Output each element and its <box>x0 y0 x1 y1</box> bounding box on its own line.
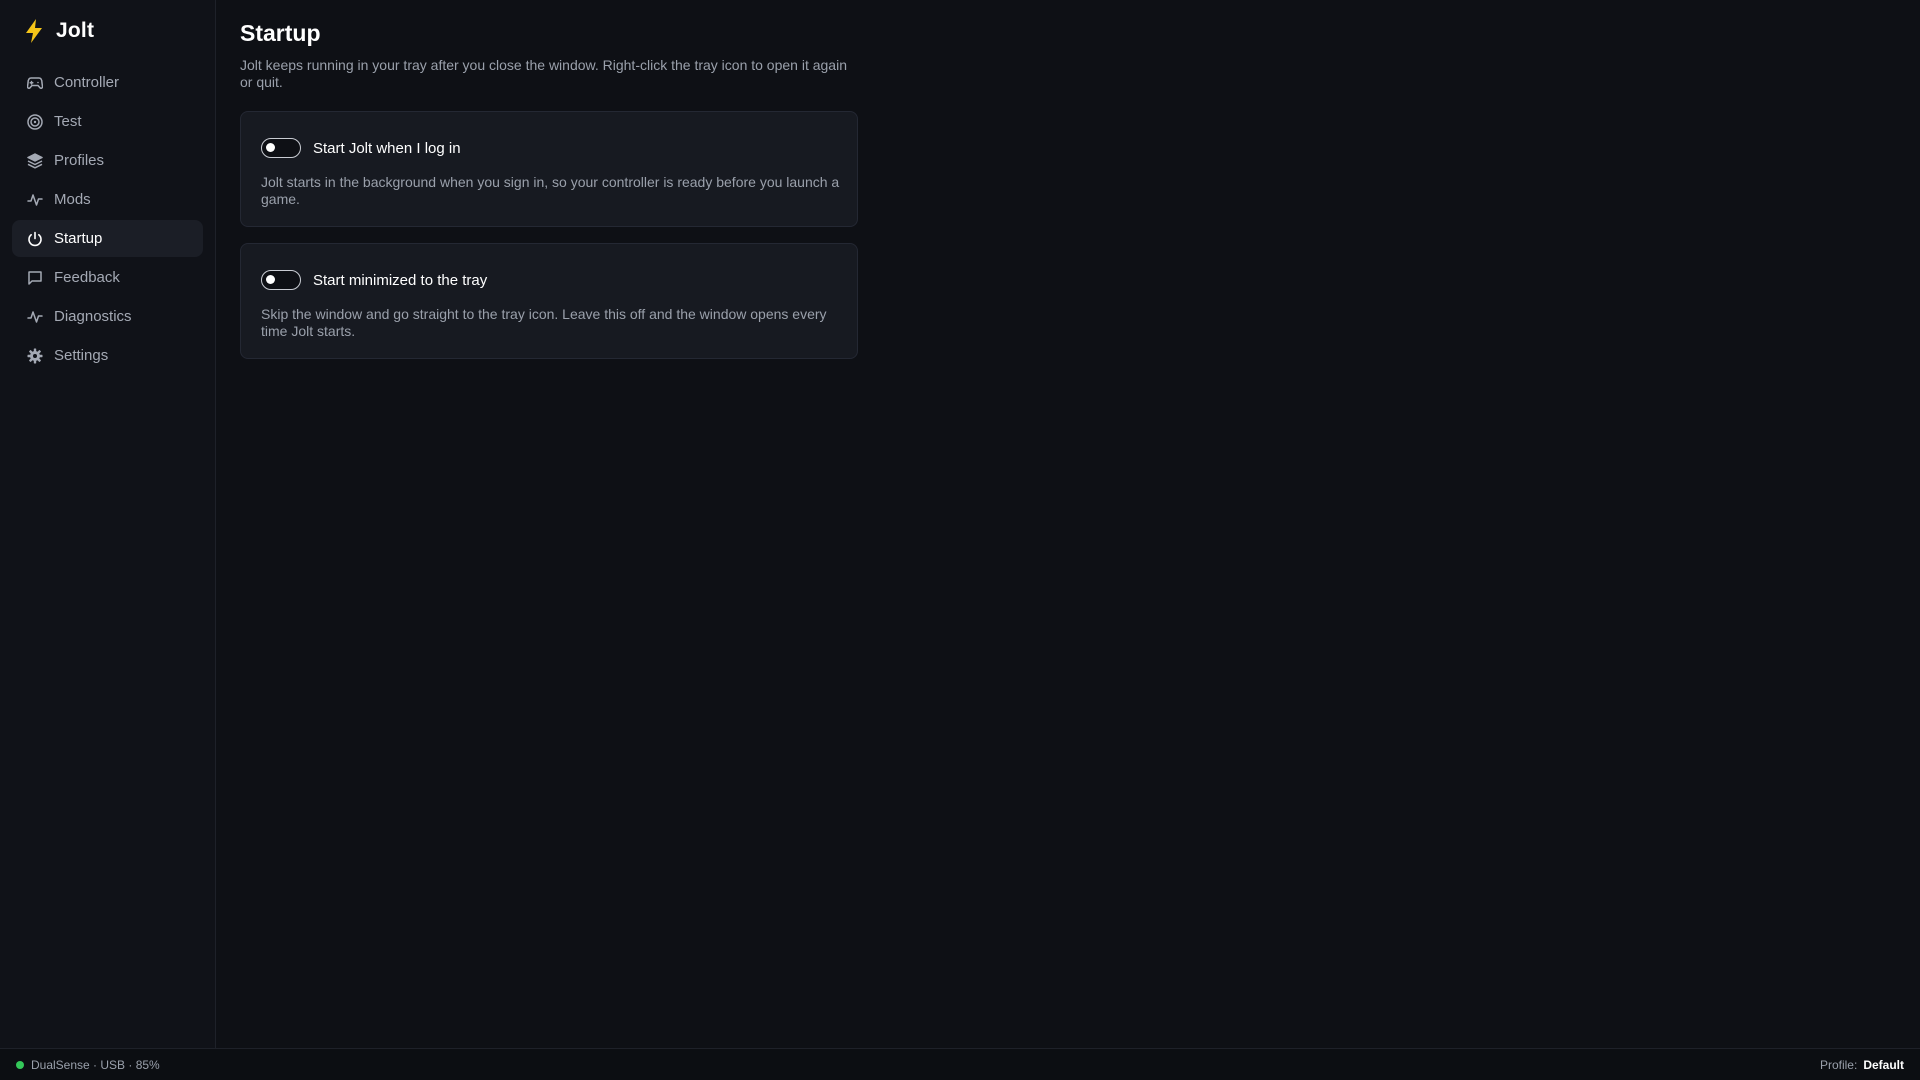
toggle-knob <box>266 275 275 284</box>
sidebar-item-label: Feedback <box>54 269 120 286</box>
sidebar-item-label: Controller <box>54 74 120 91</box>
app-name: Jolt <box>56 19 95 42</box>
sidebar: Jolt Controller Test Profiles Mods Start… <box>0 0 216 1048</box>
main-content: Startup Jolt keeps running in your tray … <box>240 0 1920 1048</box>
sidebar-item-feedback[interactable]: Feedback <box>12 259 203 296</box>
brand: Jolt <box>22 16 94 46</box>
sidebar-item-label: Mods <box>54 191 91 208</box>
sidebar-item-diagnostics[interactable]: Diagnostics <box>12 298 203 335</box>
sidebar-item-controller[interactable]: Controller <box>12 64 203 101</box>
sidebar-item-label: Startup <box>54 230 103 247</box>
start-minimized-toggle[interactable] <box>261 270 301 290</box>
sidebar-item-label: Test <box>54 113 82 130</box>
option-card-minimized: Start minimized to the tray Skip the win… <box>240 243 858 359</box>
active-profile: Profile: Default <box>1820 1058 1904 1072</box>
profile-value[interactable]: Default <box>1863 1058 1904 1072</box>
page-description: Jolt keeps running in your tray after yo… <box>240 57 847 90</box>
option-header: Start minimized to the tray <box>261 270 837 290</box>
power-icon <box>26 230 44 248</box>
sidebar-item-settings[interactable]: Settings <box>12 337 203 374</box>
layers-icon <box>26 152 44 170</box>
sidebar-item-label: Profiles <box>54 152 105 169</box>
activity-icon <box>26 191 44 209</box>
option-header: Start Jolt when I log in <box>261 138 837 158</box>
device-info: DualSense · USB · 85% <box>31 1057 160 1072</box>
target-icon <box>26 113 44 131</box>
app-window: Jolt Controller Test Profiles Mods Start… <box>0 0 1920 1080</box>
activity-icon <box>26 308 44 326</box>
profile-label: Profile: <box>1819 1057 1858 1072</box>
sidebar-item-startup[interactable]: Startup <box>12 220 203 257</box>
option-description: Jolt starts in the background when you s… <box>261 174 840 207</box>
device-status: DualSense · USB · 85% <box>16 1058 160 1072</box>
sidebar-item-profiles[interactable]: Profiles <box>12 142 203 179</box>
sidebar-item-test[interactable]: Test <box>12 103 203 140</box>
option-label: Start Jolt when I log in <box>313 139 461 157</box>
page-title: Startup <box>240 20 321 46</box>
option-label: Start minimized to the tray <box>313 271 488 289</box>
sidebar-item-label: Diagnostics <box>54 308 132 325</box>
connection-status-dot <box>16 1060 24 1069</box>
toggle-knob <box>266 143 275 152</box>
gamepad-icon <box>26 74 44 92</box>
gear-icon <box>26 347 44 365</box>
option-description: Skip the window and go straight to the t… <box>261 306 827 339</box>
sidebar-item-label: Settings <box>54 347 109 364</box>
option-card-login: Start Jolt when I log in Jolt starts in … <box>240 111 858 227</box>
message-square-icon <box>26 269 44 287</box>
lightning-bolt-icon <box>22 17 46 45</box>
sidebar-nav: Controller Test Profiles Mods Startup Fe… <box>12 64 203 376</box>
status-bar: DualSense · USB · 85% Profile: Default <box>0 1048 1920 1080</box>
sidebar-item-mods[interactable]: Mods <box>12 181 203 218</box>
start-on-login-toggle[interactable] <box>261 138 301 158</box>
